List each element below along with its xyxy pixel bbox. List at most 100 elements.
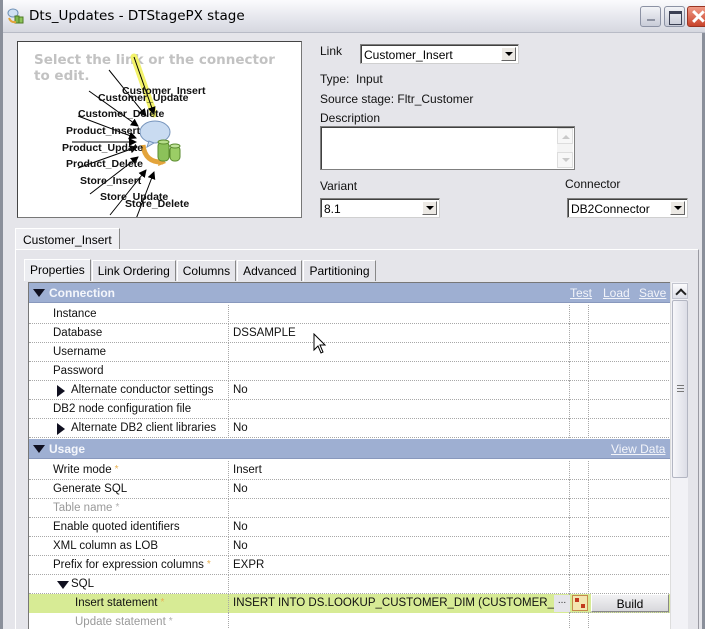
required-marker: *	[115, 502, 120, 513]
property-value[interactable]: No	[233, 483, 248, 495]
link-label-customer-update[interactable]: Customer_Update	[98, 92, 188, 104]
link-label-customer-delete[interactable]: Customer_Delete	[78, 108, 164, 120]
property-row-enable-quoted-identifiers[interactable]: Enable quoted identifiers No	[29, 518, 670, 537]
expand-triangle-icon[interactable]	[57, 423, 65, 435]
insert-statement-value[interactable]: INSERT INTO DS.LOOKUP_CUSTOMER_DIM (CUST…	[233, 597, 567, 609]
property-value[interactable]: Insert	[233, 464, 262, 476]
link-label-product-delete[interactable]: Product_Delete	[66, 158, 143, 170]
view-data-link[interactable]: View Data	[611, 442, 665, 456]
collapse-triangle-icon[interactable]	[33, 289, 45, 297]
property-name: Prefix for expression columns *	[53, 559, 211, 571]
property-grid-scrollbar[interactable]	[670, 282, 688, 629]
property-value[interactable]: No	[233, 521, 248, 533]
property-name: Enable quoted identifiers	[53, 521, 180, 533]
property-row-alternate-conductor-settings[interactable]: Alternate conductor settings No	[29, 381, 670, 400]
db2-connector-icon[interactable]	[139, 120, 181, 166]
minimize-button[interactable]	[640, 6, 661, 27]
save-link[interactable]: Save	[639, 286, 666, 300]
chevron-down-icon[interactable]	[422, 201, 437, 215]
tab-link-ordering[interactable]: Link Ordering	[91, 260, 176, 281]
link-select[interactable]: Customer_Insert	[360, 44, 519, 64]
tab-columns[interactable]: Columns	[176, 260, 237, 281]
property-row-write-mode[interactable]: Write mode * Insert	[29, 461, 670, 480]
scroll-up-icon[interactable]	[557, 128, 573, 144]
build-button[interactable]: Build	[591, 594, 669, 612]
required-marker: *	[168, 616, 173, 627]
connector-label: Connector	[565, 177, 621, 191]
property-value[interactable]: EXPR	[233, 559, 264, 571]
collapse-triangle-icon[interactable]	[33, 445, 45, 453]
property-row-generate-sql[interactable]: Generate SQL No	[29, 480, 670, 499]
source-stage-label: Source stage: Fltr_Customer	[320, 92, 474, 106]
chevron-down-icon[interactable]	[501, 47, 516, 61]
property-row-table-name[interactable]: Table name *	[29, 499, 670, 518]
property-name: Database	[53, 327, 103, 339]
scroll-down-icon[interactable]	[557, 152, 573, 168]
description-textarea[interactable]	[320, 126, 575, 170]
property-name: Generate SQL	[53, 483, 128, 495]
property-value[interactable]: No	[233, 422, 248, 434]
variant-select[interactable]: 8.1	[320, 198, 440, 218]
link-select-value: Customer_Insert	[364, 48, 453, 62]
required-marker: *	[160, 597, 165, 608]
property-row-password[interactable]: Password	[29, 362, 670, 381]
variant-select-value: 8.1	[324, 202, 341, 216]
section-title: Usage	[49, 442, 86, 456]
description-label: Description	[320, 111, 381, 125]
load-link[interactable]: Load	[603, 286, 630, 300]
ellipsis-button[interactable]: ...	[554, 595, 570, 612]
link-label: Link	[320, 44, 343, 58]
scroll-up-icon[interactable]	[672, 283, 688, 299]
window-title: Dts_Updates - DTStagePX stage	[29, 8, 245, 24]
link-label-product-insert[interactable]: Product_Insert	[66, 125, 140, 137]
required-marker: *	[206, 559, 211, 570]
maximize-button[interactable]	[664, 6, 685, 27]
property-row-db2-node-config-file[interactable]: DB2 node configuration file	[29, 400, 670, 419]
property-name: Password	[53, 365, 104, 377]
stage-app-icon	[7, 8, 24, 24]
property-name: Alternate conductor settings	[71, 384, 214, 396]
source-stage-value: Fltr_Customer	[397, 92, 474, 106]
type-value: Input	[356, 72, 383, 86]
property-row-database[interactable]: Database DSSAMPLE	[29, 324, 670, 343]
property-row-alternate-db2-client-libraries[interactable]: Alternate DB2 client libraries No	[29, 419, 670, 438]
description-scrollbar[interactable]	[557, 128, 573, 168]
title-bar[interactable]: Dts_Updates - DTStagePX stage	[3, 0, 705, 33]
stage-preview-diagram[interactable]: Select the link or the connector to edit…	[17, 41, 302, 218]
connector-select[interactable]: DB2Connector	[567, 198, 688, 218]
section-header-connection[interactable]: Connection Test Load Save	[29, 283, 670, 303]
property-value[interactable]: No	[233, 384, 248, 396]
property-row-prefix-for-expression-columns[interactable]: Prefix for expression columns * EXPR	[29, 556, 670, 575]
scrollbar-thumb[interactable]	[672, 300, 688, 478]
property-row-sql[interactable]: SQL	[29, 575, 670, 594]
link-label-product-update[interactable]: Product_Update	[62, 142, 143, 154]
required-marker: *	[114, 464, 119, 475]
property-row-insert-statement[interactable]: Insert statement * INSERT INTO DS.LOOKUP_…	[29, 594, 670, 613]
close-button[interactable]	[687, 6, 705, 27]
tab-advanced[interactable]: Advanced	[237, 260, 303, 281]
property-row-instance[interactable]: Instance	[29, 305, 670, 324]
tab-customer-insert[interactable]: Customer_Insert	[15, 228, 120, 250]
test-link[interactable]: Test	[570, 286, 592, 300]
link-label-store-delete[interactable]: Store_Delete	[125, 198, 189, 210]
expand-triangle-icon[interactable]	[57, 385, 65, 397]
property-name: Instance	[53, 308, 97, 320]
property-name: Update statement *	[75, 616, 173, 628]
section-header-usage[interactable]: Usage View Data	[29, 439, 670, 459]
sql-builder-icon[interactable]	[572, 595, 588, 611]
collapse-triangle-icon[interactable]	[57, 581, 69, 589]
property-row-update-statement[interactable]: Update statement *	[29, 613, 670, 629]
chevron-down-icon[interactable]	[670, 201, 685, 215]
tab-partitioning[interactable]: Partitioning	[303, 260, 376, 281]
property-value[interactable]: DSSAMPLE	[233, 327, 296, 339]
property-name: Table name *	[53, 502, 120, 514]
section-title: Connection	[49, 286, 115, 300]
property-value[interactable]: No	[233, 540, 248, 552]
link-label-store-insert[interactable]: Store_Insert	[80, 175, 141, 187]
property-name: XML column as LOB	[53, 540, 159, 552]
tab-properties[interactable]: Properties	[24, 259, 91, 281]
property-name: Insert statement *	[75, 597, 165, 609]
property-row-xml-column-as-lob[interactable]: XML column as LOB No	[29, 537, 670, 556]
property-row-username[interactable]: Username	[29, 343, 670, 362]
stage-editor-window: Dts_Updates - DTStagePX stage Select the…	[0, 0, 705, 629]
